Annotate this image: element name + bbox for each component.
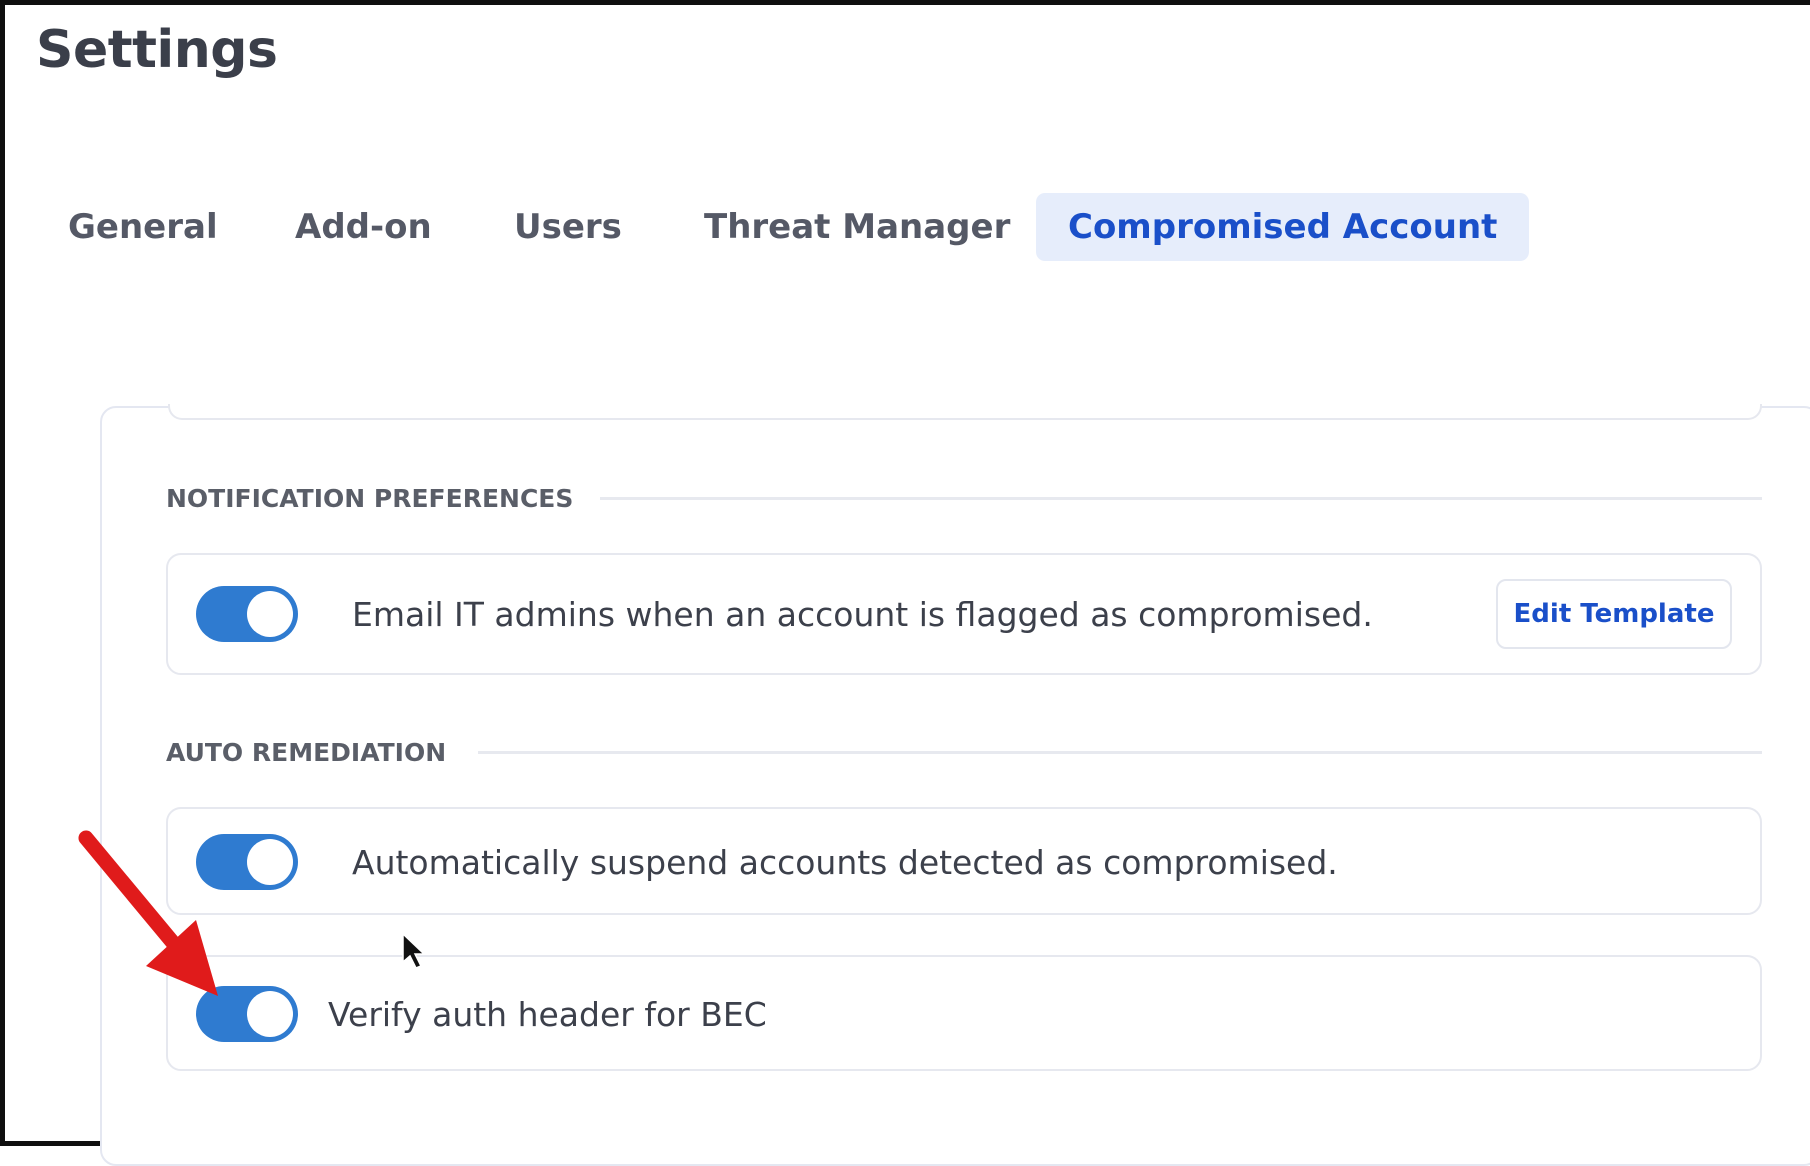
tab-users[interactable]: Users: [514, 193, 622, 261]
email-admins-label: Email IT admins when an account is flagg…: [352, 595, 1373, 634]
toggle-knob: [247, 991, 293, 1037]
toggle-knob: [247, 839, 293, 885]
previous-row-edge: [168, 404, 1762, 420]
section-heading-auto-remediation: AUTO REMEDIATION: [166, 738, 447, 767]
setting-row-email-admins: Email IT admins when an account is flagg…: [166, 553, 1762, 675]
tab-compromised-account[interactable]: Compromised Account: [1036, 193, 1530, 261]
setting-row-verify-auth-header: Verify auth header for BEC: [166, 955, 1762, 1071]
setting-row-auto-suspend: Automatically suspend accounts detected …: [166, 807, 1762, 915]
tab-threat-manager[interactable]: Threat Manager: [704, 193, 1010, 261]
auto-suspend-toggle[interactable]: [196, 834, 298, 890]
tab-general[interactable]: General: [68, 193, 218, 261]
section-divider: [600, 497, 1762, 500]
edit-template-button[interactable]: Edit Template: [1496, 579, 1732, 649]
verify-auth-header-toggle[interactable]: [196, 986, 298, 1042]
tab-add-on[interactable]: Add-on: [295, 193, 432, 261]
verify-auth-header-label: Verify auth header for BEC: [328, 995, 767, 1034]
section-divider: [478, 751, 1762, 754]
email-admins-toggle[interactable]: [196, 586, 298, 642]
page-title: Settings: [36, 20, 278, 80]
auto-suspend-label: Automatically suspend accounts detected …: [352, 843, 1338, 882]
section-heading-notification-preferences: NOTIFICATION PREFERENCES: [166, 484, 574, 513]
toggle-knob: [247, 591, 293, 637]
